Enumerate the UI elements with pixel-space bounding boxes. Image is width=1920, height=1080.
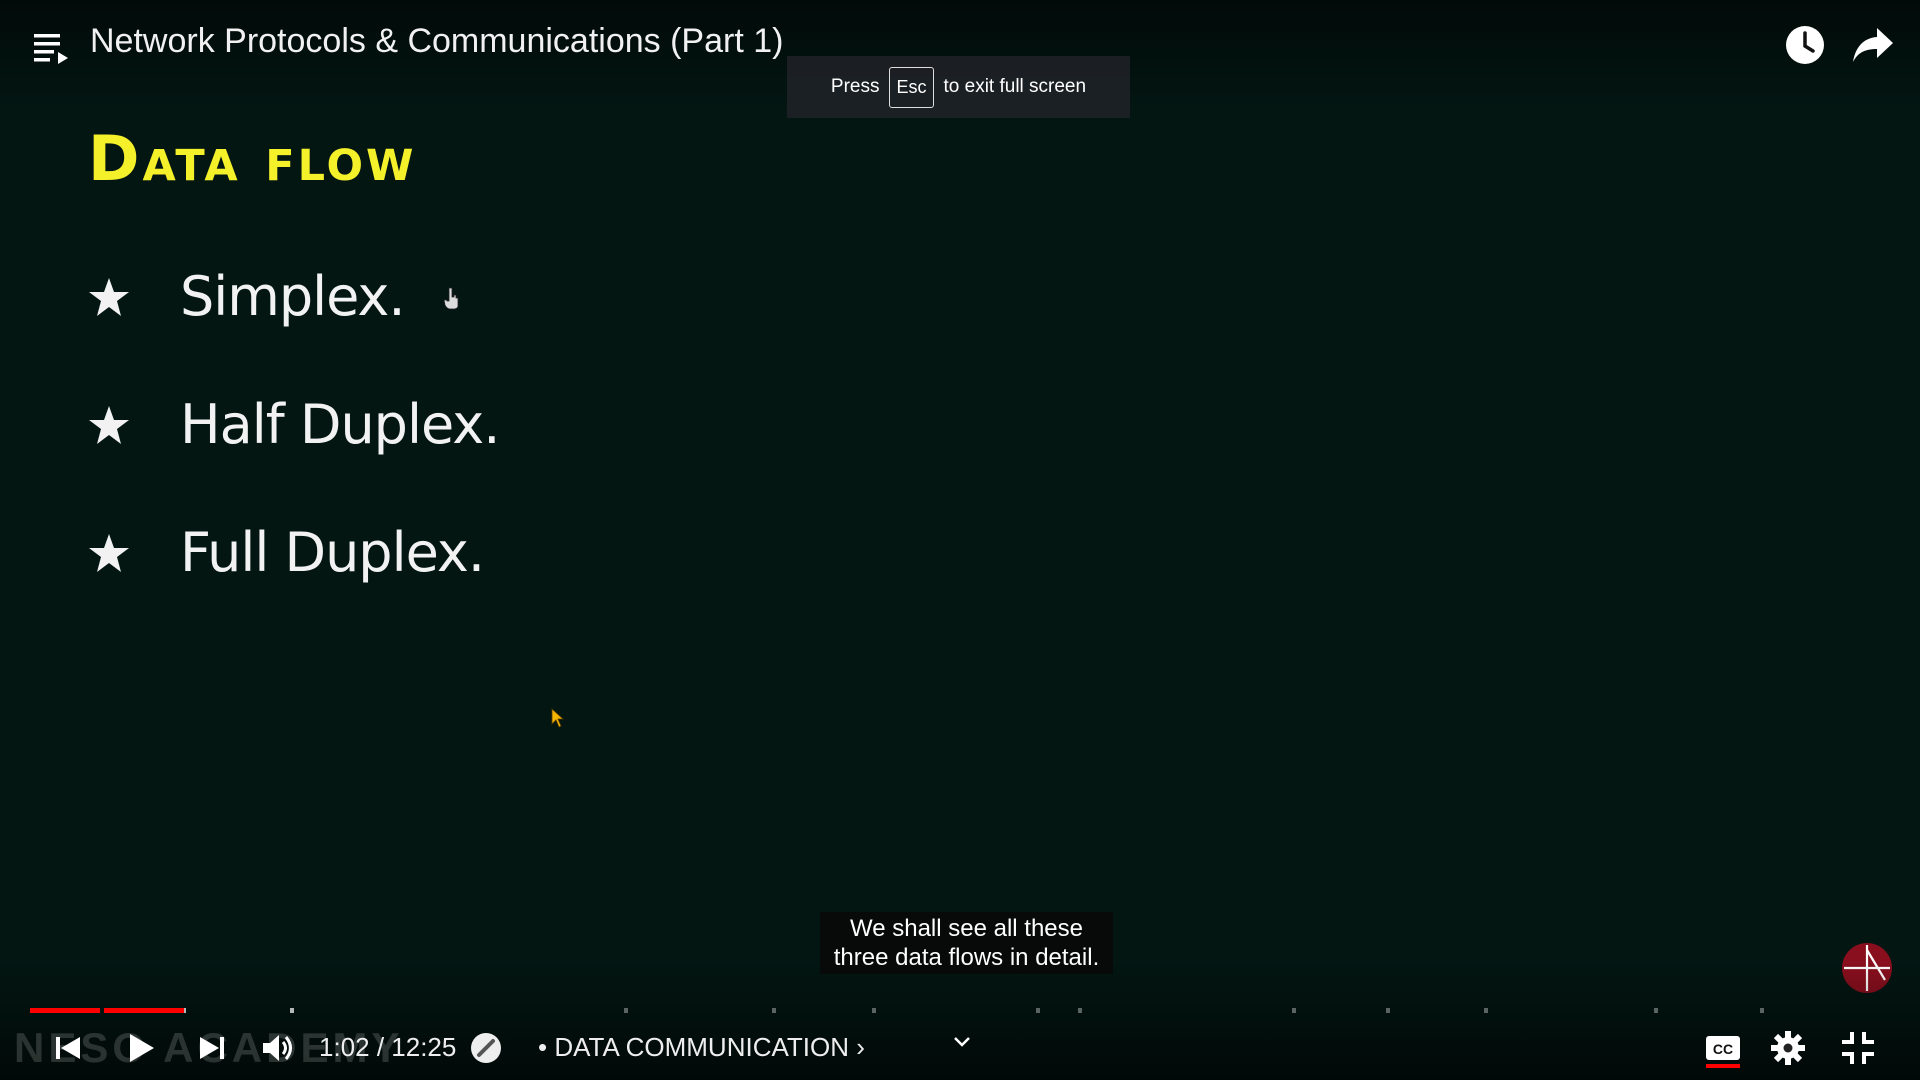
chapter-segment[interactable] — [624, 1008, 628, 1013]
chapter-segment[interactable] — [104, 1008, 186, 1013]
bullet-text: Half Duplex. — [180, 393, 500, 456]
star-icon — [89, 405, 129, 444]
chapter-segment[interactable] — [1036, 1008, 1040, 1013]
played-fill — [104, 1008, 185, 1013]
slide-title: Data flow — [88, 122, 417, 195]
svg-text:CC: CC — [1713, 1041, 1733, 1057]
bullet-item: Simplex. — [88, 265, 406, 328]
next-icon[interactable] — [192, 1028, 232, 1068]
bullet-text: Simplex. — [180, 265, 406, 328]
exit-fullscreen-toast: Press Esc to exit full screen — [787, 56, 1130, 118]
chapter-segment[interactable] — [772, 1008, 776, 1013]
chapter-segment[interactable] — [1386, 1008, 1390, 1013]
buffered-fill — [290, 1008, 294, 1013]
chapter-segment[interactable] — [1292, 1008, 1296, 1013]
bullet-item: Full Duplex. — [88, 521, 485, 584]
video-frame[interactable]: Network Protocols & Communications (Part… — [0, 0, 1920, 1080]
toast-text-after: to exit full screen — [943, 76, 1087, 97]
settings-icon[interactable] — [1768, 1028, 1808, 1068]
share-icon[interactable] — [1851, 24, 1895, 66]
chapter-segment[interactable] — [1654, 1008, 1658, 1013]
volume-icon[interactable] — [258, 1028, 298, 1068]
captions-icon[interactable]: CC — [1703, 1028, 1743, 1068]
play-icon[interactable] — [120, 1028, 160, 1068]
star-icon — [89, 277, 129, 316]
bullet-text: Full Duplex. — [180, 521, 485, 584]
star-icon — [89, 533, 129, 572]
progress-bar[interactable] — [30, 1008, 1890, 1013]
exit-fullscreen-icon[interactable] — [1838, 1028, 1878, 1068]
previous-icon[interactable] — [48, 1028, 88, 1068]
chapter-segment[interactable] — [290, 1008, 294, 1013]
played-fill — [30, 1008, 100, 1013]
time-display: 1:02 / 12:25 — [319, 1032, 457, 1062]
watch-later-icon[interactable] — [1784, 24, 1826, 66]
video-title[interactable]: Network Protocols & Communications (Part… — [90, 22, 783, 61]
autoplay-icon[interactable] — [466, 1028, 506, 1068]
chapter-button[interactable]: • DATA COMMUNICATION › — [538, 1032, 865, 1063]
chevron-down-icon[interactable] — [950, 1030, 974, 1054]
chapter-segment[interactable] — [1078, 1008, 1082, 1013]
captions-active-indicator — [1706, 1064, 1740, 1068]
toast-text-before: Press — [830, 76, 880, 97]
chapter-segment[interactable] — [30, 1008, 100, 1013]
hand-cursor-icon — [443, 287, 459, 310]
esc-key-label: Esc — [889, 66, 934, 108]
mouse-pointer-icon — [551, 708, 565, 728]
playlist-icon[interactable] — [32, 28, 72, 68]
caption-line: We shall see all these — [849, 915, 1083, 942]
bullet-item: Half Duplex. — [88, 393, 500, 456]
chapter-segment[interactable] — [1760, 1008, 1764, 1013]
chapter-segment[interactable] — [872, 1008, 876, 1013]
chapter-segment[interactable] — [1484, 1008, 1488, 1013]
